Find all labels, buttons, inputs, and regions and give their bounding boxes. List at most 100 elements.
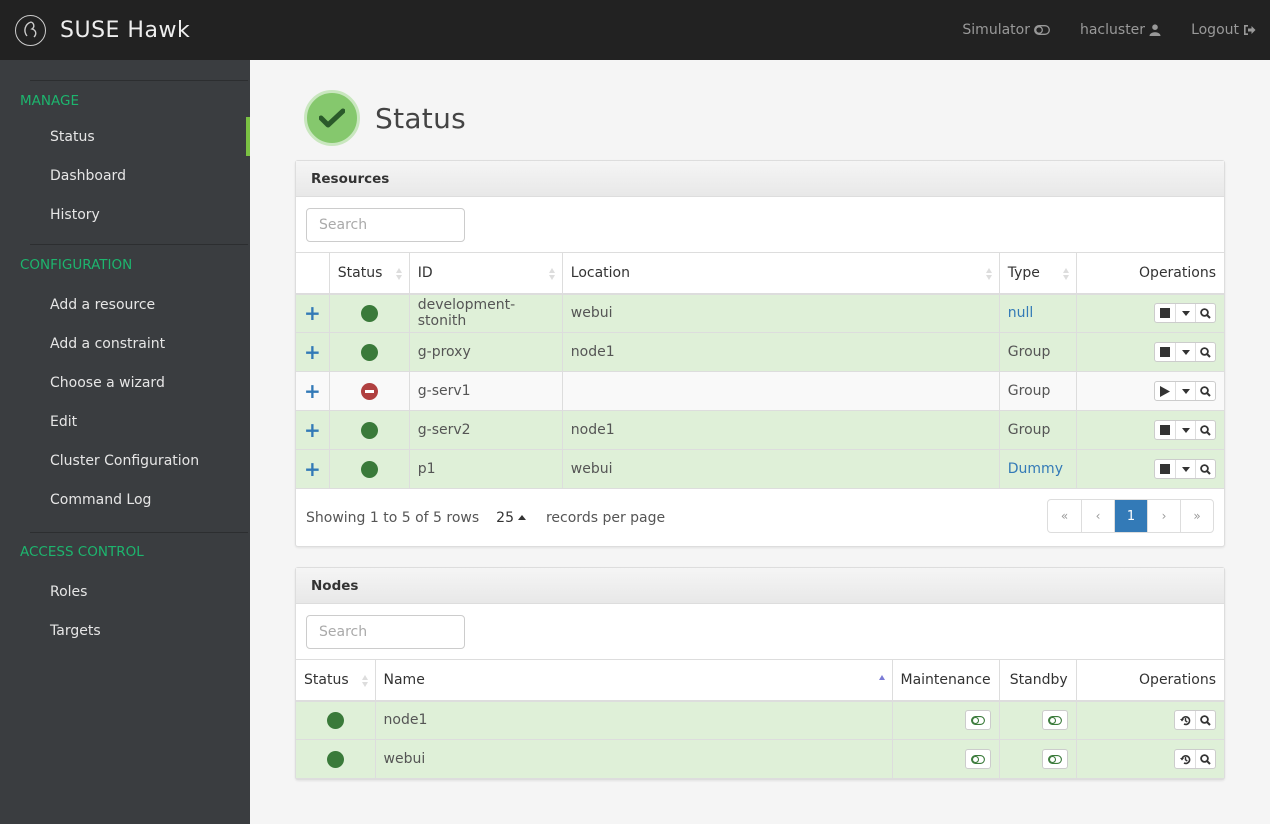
check-icon	[319, 108, 345, 128]
user-menu[interactable]: hacluster	[1080, 22, 1161, 38]
column-header-type[interactable]: Type	[998, 252, 1077, 295]
caret-down-icon	[1181, 466, 1190, 472]
history-button[interactable]	[1175, 711, 1195, 729]
resource-operations	[1075, 371, 1224, 411]
expand-row-button[interactable]: +	[296, 449, 330, 489]
column-header-name[interactable]: Name	[374, 659, 892, 702]
nodes-search-input[interactable]	[306, 614, 465, 649]
resource-location: node1	[561, 410, 1000, 450]
standby-cell	[998, 700, 1077, 740]
sidebar-item-dashboard[interactable]: Dashboard	[0, 156, 250, 195]
online-status-icon	[326, 750, 344, 768]
details-button[interactable]	[1195, 750, 1215, 768]
stop-button[interactable]	[1155, 421, 1175, 439]
resource-row: + development-stonith webui null	[296, 293, 1224, 333]
caret-down-icon	[1181, 349, 1190, 355]
running-status-icon	[360, 304, 378, 322]
expand-row-button[interactable]: +	[296, 332, 330, 372]
more-actions-dropdown[interactable]	[1175, 304, 1195, 323]
page-size-dropdown[interactable]: 25	[496, 510, 526, 526]
next-page-button[interactable]: ›	[1147, 500, 1180, 532]
column-header-status[interactable]: Status	[296, 659, 375, 702]
resource-status-cell	[328, 449, 410, 489]
play-icon	[1160, 385, 1170, 397]
history-button[interactable]	[1175, 750, 1195, 768]
expand-row-button[interactable]: +	[296, 371, 330, 411]
search-icon	[1200, 714, 1211, 726]
resource-operations	[1075, 293, 1224, 333]
stop-button[interactable]	[1155, 343, 1175, 361]
stop-icon	[1160, 425, 1170, 435]
history-icon	[1179, 754, 1190, 764]
resource-type[interactable]: null	[998, 293, 1077, 333]
standby-toggle[interactable]	[1041, 749, 1068, 769]
page-1-button[interactable]: 1	[1114, 500, 1147, 532]
node-row: webui	[296, 739, 1224, 779]
details-button[interactable]	[1195, 343, 1215, 361]
sidebar-item-add-resource[interactable]: Add a resource	[0, 285, 250, 324]
sidebar-item-history[interactable]: History	[0, 195, 250, 234]
pagination: « ‹ 1 › »	[1047, 499, 1214, 533]
stop-button[interactable]	[1155, 304, 1175, 322]
sidebar-item-command-log[interactable]: Command Log	[0, 480, 250, 519]
sidebar-item-edit[interactable]: Edit	[0, 402, 250, 441]
toggle-off-icon	[970, 715, 985, 725]
resources-search-input[interactable]	[306, 207, 465, 242]
caret-up-icon	[517, 515, 526, 520]
pagination-info: Showing 1 to 5 of 5 rows	[306, 509, 480, 526]
more-actions-dropdown[interactable]	[1175, 343, 1195, 361]
details-button[interactable]	[1195, 382, 1215, 400]
column-header-id[interactable]: ID	[408, 252, 563, 295]
sidebar-item-choose-wizard[interactable]: Choose a wizard	[0, 363, 250, 402]
sidebar-item-add-constraint[interactable]: Add a constraint	[0, 324, 250, 363]
start-button[interactable]	[1155, 382, 1175, 400]
details-button[interactable]	[1195, 711, 1215, 730]
resource-row: + g-serv2 node1 Group	[296, 410, 1224, 450]
stop-button[interactable]	[1155, 460, 1175, 478]
expand-row-button[interactable]: +	[296, 293, 330, 333]
sidebar-item-targets[interactable]: Targets	[0, 611, 250, 650]
records-per-page-label: records per page	[545, 509, 666, 526]
history-icon	[1179, 715, 1190, 725]
more-actions-dropdown[interactable]	[1175, 460, 1195, 478]
nodes-heading: Nodes	[296, 568, 1224, 604]
prev-page-button[interactable]: ‹	[1081, 500, 1114, 532]
resource-row: + p1 webui Dummy	[296, 449, 1224, 489]
column-header-status[interactable]: Status	[328, 252, 410, 295]
main-content: Status Resources Status ID Location Type…	[250, 60, 1270, 824]
resource-location	[561, 371, 1000, 411]
details-button[interactable]	[1195, 304, 1215, 323]
maintenance-toggle[interactable]	[964, 710, 991, 731]
standby-toggle[interactable]	[1041, 710, 1068, 731]
maintenance-toggle[interactable]	[964, 749, 991, 769]
caret-down-icon	[1181, 427, 1190, 433]
more-actions-dropdown[interactable]	[1175, 421, 1195, 439]
resource-id: p1	[408, 449, 563, 489]
logout-link[interactable]: Logout	[1191, 22, 1256, 38]
details-button[interactable]	[1195, 421, 1215, 439]
resource-status-cell	[328, 293, 410, 333]
sidebar-item-status[interactable]: Status	[0, 117, 250, 156]
column-header-location[interactable]: Location	[561, 252, 1000, 295]
sidebar-item-roles[interactable]: Roles	[0, 572, 250, 611]
resource-type[interactable]: Dummy	[998, 449, 1077, 489]
sort-icon	[985, 268, 992, 280]
expand-row-button[interactable]: +	[296, 410, 330, 450]
last-page-button[interactable]: »	[1180, 500, 1213, 532]
resource-type: Group	[998, 410, 1077, 450]
running-status-icon	[360, 460, 378, 478]
simulator-toggle[interactable]: Simulator	[962, 22, 1050, 38]
search-icon	[1200, 424, 1211, 436]
resource-id: g-serv2	[408, 410, 563, 450]
first-page-button[interactable]: «	[1048, 500, 1081, 532]
brand[interactable]: SUSE Hawk	[15, 14, 190, 46]
toggle-off-icon	[1047, 715, 1062, 725]
sort-icon	[1062, 268, 1069, 280]
nodes-table: Status Name Maintenance Standby Operatio…	[296, 659, 1224, 779]
more-actions-dropdown[interactable]	[1175, 382, 1195, 400]
sidebar-item-cluster-configuration[interactable]: Cluster Configuration	[0, 441, 250, 480]
stop-icon	[1160, 347, 1170, 357]
search-icon	[1200, 346, 1211, 358]
resource-location: node1	[561, 332, 1000, 372]
details-button[interactable]	[1195, 460, 1215, 478]
